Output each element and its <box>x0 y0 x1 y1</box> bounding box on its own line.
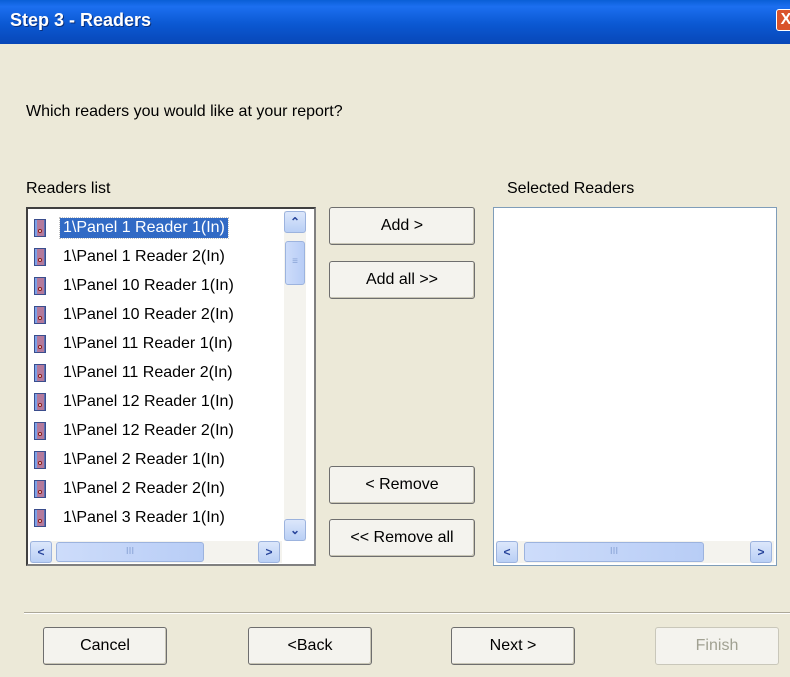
window-title: Step 3 - Readers <box>10 10 152 30</box>
list-item[interactable]: 1\Panel 2 Reader 1(In) <box>34 445 278 474</box>
back-button[interactable]: <Back <box>248 627 372 665</box>
reader-icon <box>34 479 46 498</box>
cancel-button[interactable]: Cancel <box>43 627 167 665</box>
reader-icon <box>34 508 46 527</box>
readers-vertical-scrollbar[interactable]: ⌃ ≡ ⌄ <box>284 211 306 541</box>
close-button[interactable]: X <box>776 9 790 31</box>
list-item[interactable]: 1\Panel 2 Reader 2(In) <box>34 474 278 503</box>
question-text: Which readers you would like at your rep… <box>26 103 343 120</box>
selected-readers-listbox[interactable]: < III > <box>493 207 777 566</box>
readers-listbox[interactable]: 1\Panel 1 Reader 1(In) 1\Panel 1 Reader … <box>26 207 316 566</box>
readers-items: 1\Panel 1 Reader 1(In) 1\Panel 1 Reader … <box>34 213 278 532</box>
readers-horizontal-scrollbar[interactable]: < III > <box>30 541 282 563</box>
list-item[interactable]: 1\Panel 12 Reader 1(In) <box>34 387 278 416</box>
grip-icon: III <box>609 546 619 557</box>
finish-button[interactable]: Finish <box>655 627 779 665</box>
reader-icon <box>34 450 46 469</box>
reader-icon <box>34 421 46 440</box>
horizontal-scroll-thumb[interactable]: III <box>56 542 204 562</box>
scroll-left-button[interactable]: < <box>30 541 52 563</box>
list-item[interactable]: 1\Panel 1 Reader 2(In) <box>34 242 278 271</box>
reader-icon <box>34 392 46 411</box>
chevron-right-icon: > <box>265 545 273 559</box>
list-item[interactable]: 1\Panel 10 Reader 2(In) <box>34 300 278 329</box>
reader-icon <box>34 276 46 295</box>
reader-icon <box>34 218 46 237</box>
add-button[interactable]: Add > <box>329 207 475 245</box>
chevron-left-icon: < <box>37 545 45 559</box>
list-item[interactable]: 1\Panel 10 Reader 1(In) <box>34 271 278 300</box>
list-item[interactable]: 1\Panel 11 Reader 2(In) <box>34 358 278 387</box>
chevron-right-icon: > <box>757 545 765 559</box>
vertical-scroll-thumb[interactable]: ≡ <box>285 241 305 285</box>
chevron-left-icon: < <box>503 545 511 559</box>
grip-icon: III <box>125 546 135 557</box>
list-item[interactable]: 1\Panel 11 Reader 1(In) <box>34 329 278 358</box>
reader-icon <box>34 363 46 382</box>
footer-separator <box>24 612 790 614</box>
reader-icon <box>34 334 46 353</box>
remove-all-button[interactable]: << Remove all <box>329 519 475 557</box>
grip-icon: ≡ <box>292 256 298 267</box>
selected-readers-label: Selected Readers <box>507 180 635 197</box>
list-item[interactable]: 1\Panel 1 Reader 1(In) <box>34 213 278 242</box>
scroll-right-button[interactable]: > <box>258 541 280 563</box>
close-icon: X <box>780 11 790 28</box>
chevron-up-icon: ⌃ <box>289 215 301 229</box>
scroll-right-button[interactable]: > <box>750 541 772 563</box>
list-item[interactable]: 1\Panel 12 Reader 2(In) <box>34 416 278 445</box>
horizontal-scroll-thumb[interactable]: III <box>524 542 704 562</box>
scroll-down-button[interactable]: ⌄ <box>284 519 306 541</box>
reader-icon <box>34 247 46 266</box>
chevron-down-icon: ⌄ <box>289 523 301 537</box>
reader-icon <box>34 305 46 324</box>
add-all-button[interactable]: Add all >> <box>329 261 475 299</box>
next-button[interactable]: Next > <box>451 627 575 665</box>
selected-horizontal-scrollbar[interactable]: < III > <box>496 541 774 563</box>
list-item[interactable]: 1\Panel 3 Reader 1(In) <box>34 503 278 532</box>
scroll-up-button[interactable]: ⌃ <box>284 211 306 233</box>
title-bar: Step 3 - Readers X <box>0 0 790 44</box>
scroll-left-button[interactable]: < <box>496 541 518 563</box>
remove-button[interactable]: < Remove <box>329 466 475 504</box>
readers-list-label: Readers list <box>26 180 111 197</box>
